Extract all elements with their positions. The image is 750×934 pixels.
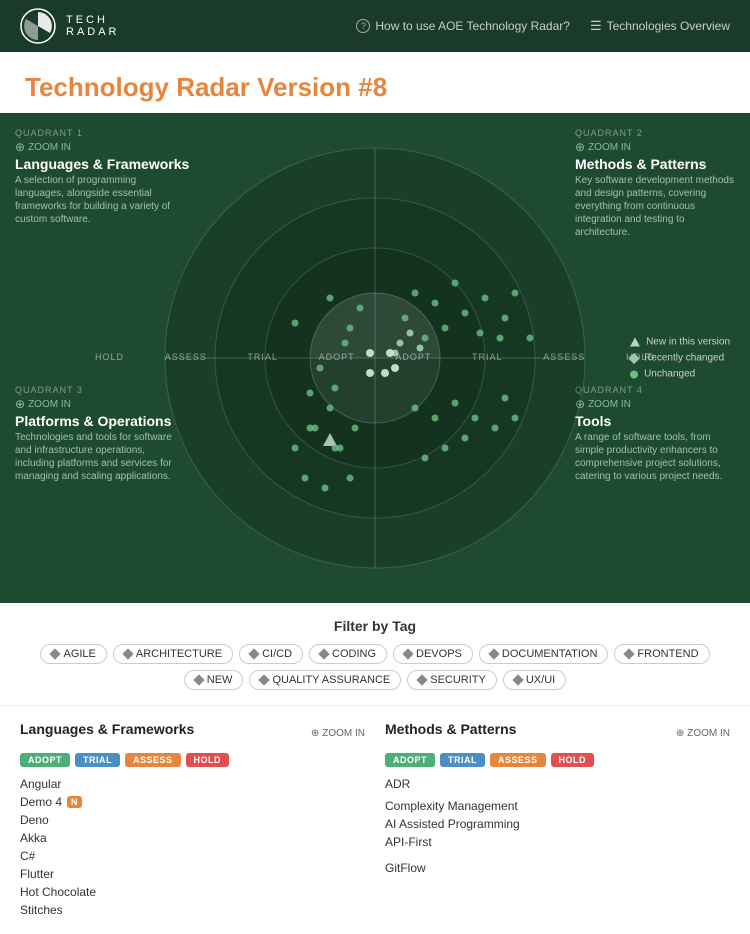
bottom-panel-languages: Languages & Frameworks ⊕ ZOOM IN ADOPT T… [20, 721, 365, 919]
panel2-badges: ADOPT TRIAL ASSESS HOLD [385, 753, 730, 767]
zoom-icon: ⊕ [311, 728, 319, 739]
new-badge: N [67, 796, 82, 808]
panel2-list: ADR Complexity Management AI Assisted Pr… [385, 775, 730, 877]
tag-documentation-icon [488, 648, 499, 659]
tag-uxui-icon [512, 674, 523, 685]
list-item: Demo 4 N [20, 793, 365, 811]
tag-architecture-icon [122, 648, 133, 659]
panel1-list: Angular Demo 4 N Deno Akka C# Flutter [20, 775, 365, 919]
badge-trial-2: TRIAL [440, 753, 485, 767]
badge-adopt-1: ADOPT [20, 753, 70, 767]
badge-hold-1: HOLD [186, 753, 230, 767]
tag-new[interactable]: NEW [184, 670, 244, 690]
panel2-zoom[interactable]: ⊕ ZOOM IN [676, 728, 730, 739]
logo-text: TECH RADAR [66, 14, 120, 38]
tag-frontend-icon [624, 648, 635, 659]
legend: New in this version Recently changed Unc… [630, 337, 730, 380]
q4-zoom[interactable]: ⊕ ZOOM IN [575, 397, 735, 411]
radar-section: QUADRANT 1 ⊕ ZOOM IN Languages & Framewo… [0, 113, 750, 603]
panel1-zoom[interactable]: ⊕ ZOOM IN [311, 728, 365, 739]
badge-trial-1: TRIAL [75, 753, 120, 767]
filter-title: Filter by Tag [20, 618, 730, 634]
radar-chart [155, 138, 595, 578]
bottom-grid: Languages & Frameworks ⊕ ZOOM IN ADOPT T… [20, 721, 730, 919]
tag-security[interactable]: SECURITY [407, 670, 497, 690]
tag-uxui[interactable]: UX/UI [503, 670, 566, 690]
badge-hold-2: HOLD [551, 753, 595, 767]
title-section: Technology Radar Version #8 [0, 52, 750, 113]
logo-icon [20, 8, 56, 44]
quadrant-4-label: QUADRANT 4 ⊕ ZOOM IN Tools A range of so… [575, 385, 735, 483]
tag-security-icon [417, 674, 428, 685]
overview-link[interactable]: ☰ Technologies Overview [590, 18, 730, 34]
badge-assess-2: ASSESS [490, 753, 546, 767]
tag-cicd-icon [248, 648, 259, 659]
tag-devops[interactable]: DEVOPS [393, 644, 473, 664]
q2-zoom[interactable]: ⊕ ZOOM IN [575, 140, 735, 154]
list-item: AI Assisted Programming [385, 815, 730, 833]
badge-adopt-2: ADOPT [385, 753, 435, 767]
panel1-title: Languages & Frameworks [20, 721, 194, 737]
list-item: Stitches [20, 901, 365, 919]
header-nav: ? How to use AOE Technology Radar? ☰ Tec… [356, 18, 730, 34]
q3-zoom[interactable]: ⊕ ZOOM IN [15, 397, 175, 411]
list-item: Akka [20, 829, 365, 847]
bottom-section: Languages & Frameworks ⊕ ZOOM IN ADOPT T… [0, 706, 750, 934]
tag-qa[interactable]: QUALITY ASSURANCE [249, 670, 401, 690]
quadrant-2-label: QUADRANT 2 ⊕ ZOOM IN Methods & Patterns … [575, 128, 735, 239]
quadrant-3-label: QUADRANT 3 ⊕ ZOOM IN Platforms & Operati… [15, 385, 175, 483]
header: TECH RADAR ? How to use AOE Technology R… [0, 0, 750, 52]
tag-coding-icon [318, 648, 329, 659]
tag-new-icon [193, 674, 204, 685]
tag-documentation[interactable]: DOCUMENTATION [479, 644, 609, 664]
page-title: Technology Radar Version #8 [25, 72, 725, 103]
list-item: Hot Chocolate [20, 883, 365, 901]
list-item: Complexity Management [385, 797, 730, 815]
list-item: Flutter [20, 865, 365, 883]
list-item: Deno [20, 811, 365, 829]
list-item: C# [20, 847, 365, 865]
tag-frontend[interactable]: FRONTEND [614, 644, 709, 664]
list-item: ADR [385, 775, 730, 793]
panel1-badges: ADOPT TRIAL ASSESS HOLD [20, 753, 365, 767]
tag-coding[interactable]: CODING [309, 644, 387, 664]
badge-assess-1: ASSESS [125, 753, 181, 767]
tag-architecture[interactable]: ARCHITECTURE [113, 644, 233, 664]
tag-agile-icon [50, 648, 61, 659]
tag-devops-icon [402, 648, 413, 659]
list-item: GitFlow [385, 859, 730, 877]
panel2-title: Methods & Patterns [385, 721, 516, 737]
bottom-panel-methods: Methods & Patterns ⊕ ZOOM IN ADOPT TRIAL… [385, 721, 730, 919]
tag-cicd[interactable]: CI/CD [239, 644, 303, 664]
new-icon [630, 338, 640, 347]
unchanged-icon [630, 370, 638, 378]
filter-section: Filter by Tag AGILE ARCHITECTURE CI/CD C… [0, 603, 750, 706]
changed-icon [628, 352, 639, 363]
help-icon: ? [356, 19, 370, 33]
help-link[interactable]: ? How to use AOE Technology Radar? [356, 19, 570, 33]
tag-agile[interactable]: AGILE [40, 644, 106, 664]
tag-qa-icon [259, 674, 270, 685]
overview-icon: ☰ [590, 18, 602, 34]
panel2-header: Methods & Patterns ⊕ ZOOM IN [385, 721, 730, 745]
zoom-icon-2: ⊕ [676, 728, 684, 739]
filter-tags: AGILE ARCHITECTURE CI/CD CODING DEVOPS D… [20, 644, 730, 690]
panel1-header: Languages & Frameworks ⊕ ZOOM IN [20, 721, 365, 745]
logo: TECH RADAR [20, 8, 120, 44]
list-item: Angular [20, 775, 365, 793]
list-item: API-First [385, 833, 730, 851]
